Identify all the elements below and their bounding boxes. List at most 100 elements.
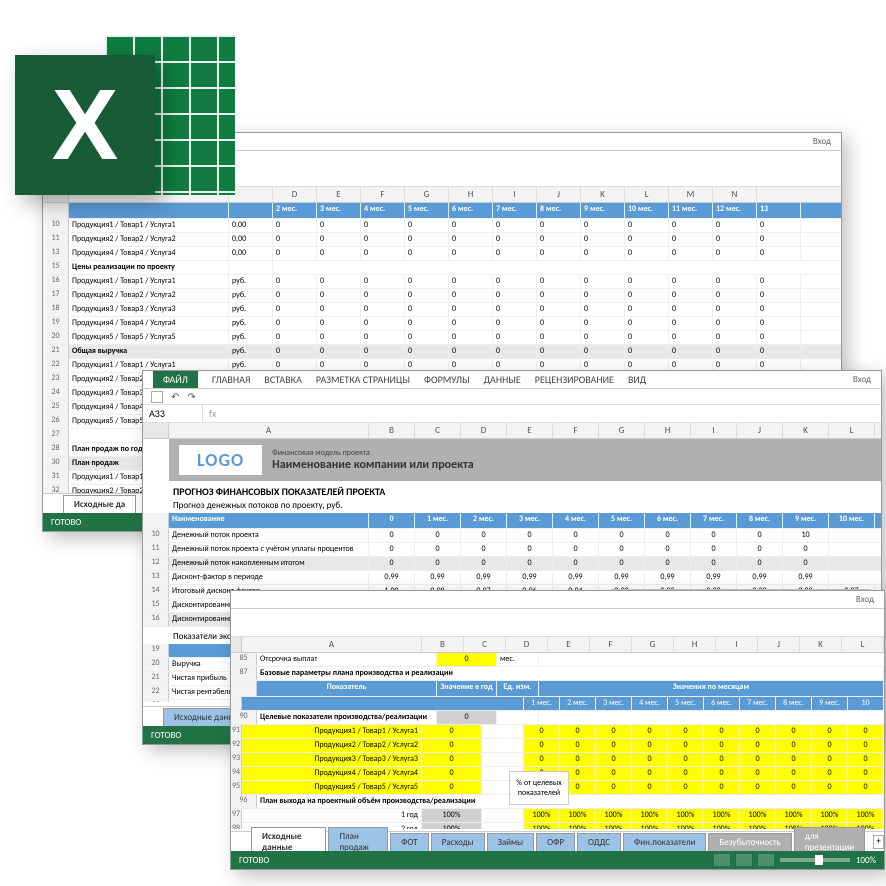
cell[interactable]: 0	[317, 219, 361, 232]
row-number[interactable]: 22	[43, 359, 69, 372]
row-number[interactable]: 22	[143, 686, 169, 699]
cell[interactable]: 0	[668, 781, 704, 794]
cell[interactable]: 0	[848, 725, 884, 738]
cell[interactable]: 0	[596, 753, 632, 766]
cell[interactable]: 0	[740, 739, 776, 752]
cell[interactable]: 0,99	[461, 571, 507, 584]
cell[interactable]: 0	[645, 557, 691, 570]
cell[interactable]: 0	[812, 725, 848, 738]
cell[interactable]: Общая выручка	[69, 345, 229, 358]
cell[interactable]: 0	[581, 233, 625, 246]
row-number[interactable]	[231, 681, 257, 696]
cell[interactable]: 0	[599, 557, 645, 570]
cell[interactable]: 0	[812, 753, 848, 766]
cell[interactable]: 0	[848, 767, 884, 780]
sheet-tab[interactable]: Расходы	[431, 833, 485, 851]
cell[interactable]: 4 мес.	[361, 203, 405, 218]
cell[interactable]: 0	[737, 529, 783, 542]
view-break-icon[interactable]	[758, 854, 774, 866]
row-number[interactable]: 24	[43, 387, 69, 400]
cell[interactable]: 0	[668, 739, 704, 752]
cell[interactable]: 0	[581, 219, 625, 232]
cell[interactable]	[482, 809, 524, 822]
row-number[interactable]: 12	[143, 557, 169, 570]
undo-icon[interactable]: ↶	[171, 390, 179, 403]
cell[interactable]: 0	[812, 781, 848, 794]
cell[interactable]: руб.	[229, 303, 273, 316]
row-number[interactable]: 90	[231, 711, 257, 724]
cell[interactable]: 100%	[560, 823, 596, 829]
cell[interactable]: 0	[596, 725, 632, 738]
row-number[interactable]: 94	[231, 767, 242, 780]
cell[interactable]: 100%	[704, 823, 740, 829]
cell[interactable]: 0	[625, 345, 669, 358]
cell[interactable]: мес.	[497, 653, 539, 666]
cell[interactable]: 0	[669, 303, 713, 316]
sheet-tab[interactable]: Займы	[487, 833, 535, 851]
spreadsheet-grid[interactable]: 85Отсрочка выплат0мес.87Базовые параметр…	[231, 653, 884, 829]
cell[interactable]: 0	[537, 331, 581, 344]
cell[interactable]: 0	[449, 317, 493, 330]
ribbon-tab[interactable]: ВСТАВКА	[264, 373, 301, 386]
cell[interactable]: 0	[493, 345, 537, 358]
cell[interactable]: 100%	[422, 809, 482, 822]
cell[interactable]: 0	[317, 233, 361, 246]
cell[interactable]: 0	[361, 303, 405, 316]
cell[interactable]: 0	[415, 557, 461, 570]
cell[interactable]: Продукция3 / Товар3 / Услуга3	[69, 303, 229, 316]
cell[interactable]: 0,99	[507, 571, 553, 584]
cell[interactable]: 0	[560, 753, 596, 766]
ribbon-tab[interactable]: ДАННЫЕ	[484, 373, 521, 386]
cell[interactable]: 8 мес.	[776, 697, 812, 710]
cell[interactable]: Денежный поток проекта	[169, 529, 369, 542]
cell[interactable]: 0	[776, 739, 812, 752]
cell[interactable]: 100%	[812, 809, 848, 822]
cell[interactable]: 0	[776, 781, 812, 794]
row-number[interactable]: 10	[43, 219, 69, 232]
cell[interactable]: 0	[405, 317, 449, 330]
cell[interactable]	[482, 823, 524, 829]
cell[interactable]: 0	[704, 753, 740, 766]
cell[interactable]: 0	[537, 345, 581, 358]
cell[interactable]: 5 мес.	[599, 513, 645, 528]
cell[interactable]: 0	[273, 317, 317, 330]
cell[interactable]: 0	[668, 767, 704, 780]
save-icon[interactable]	[151, 391, 163, 403]
cell[interactable]: 100%	[524, 823, 560, 829]
cell[interactable]: 0	[645, 543, 691, 556]
cell[interactable]: 0	[361, 289, 405, 302]
cell[interactable]: 0,99	[553, 571, 599, 584]
cell[interactable]: 0	[537, 219, 581, 232]
cell[interactable]: 10 мес.	[829, 513, 875, 528]
cell[interactable]: 0,99	[737, 571, 783, 584]
row-number[interactable]	[231, 697, 242, 710]
cell[interactable]: 6 мес.	[704, 697, 740, 710]
row-number[interactable]: 91	[231, 725, 242, 738]
cell[interactable]: 100%	[560, 809, 596, 822]
cell[interactable]: 0	[848, 781, 884, 794]
cell[interactable]: 0,99	[691, 571, 737, 584]
cell[interactable]: 0	[273, 345, 317, 358]
cell[interactable]: 0	[625, 331, 669, 344]
cell[interactable]: 0	[493, 275, 537, 288]
cell[interactable]: 0	[783, 543, 829, 556]
cell[interactable]: 0	[740, 725, 776, 738]
cell[interactable]: 0	[757, 247, 801, 260]
cell[interactable]: Продукция4 / Товар4 / Услуга4	[69, 317, 229, 330]
cell[interactable]: 100%	[848, 809, 884, 822]
cell[interactable]: 0	[524, 725, 560, 738]
cell[interactable]: 0	[422, 739, 482, 752]
cell[interactable]: 0	[669, 219, 713, 232]
cell[interactable]: 0	[632, 753, 668, 766]
cell[interactable]: 13	[757, 203, 801, 218]
cell[interactable]: 0	[713, 219, 757, 232]
cell[interactable]: 0	[581, 289, 625, 302]
cell[interactable]: 0	[713, 275, 757, 288]
row-number[interactable]: 21	[43, 345, 69, 358]
cell[interactable]: 0	[507, 529, 553, 542]
cell[interactable]: 0	[632, 725, 668, 738]
cell[interactable]: 0	[493, 303, 537, 316]
cell[interactable]: 0	[669, 247, 713, 260]
cell[interactable]: 0	[776, 725, 812, 738]
cell[interactable]: 0	[669, 331, 713, 344]
